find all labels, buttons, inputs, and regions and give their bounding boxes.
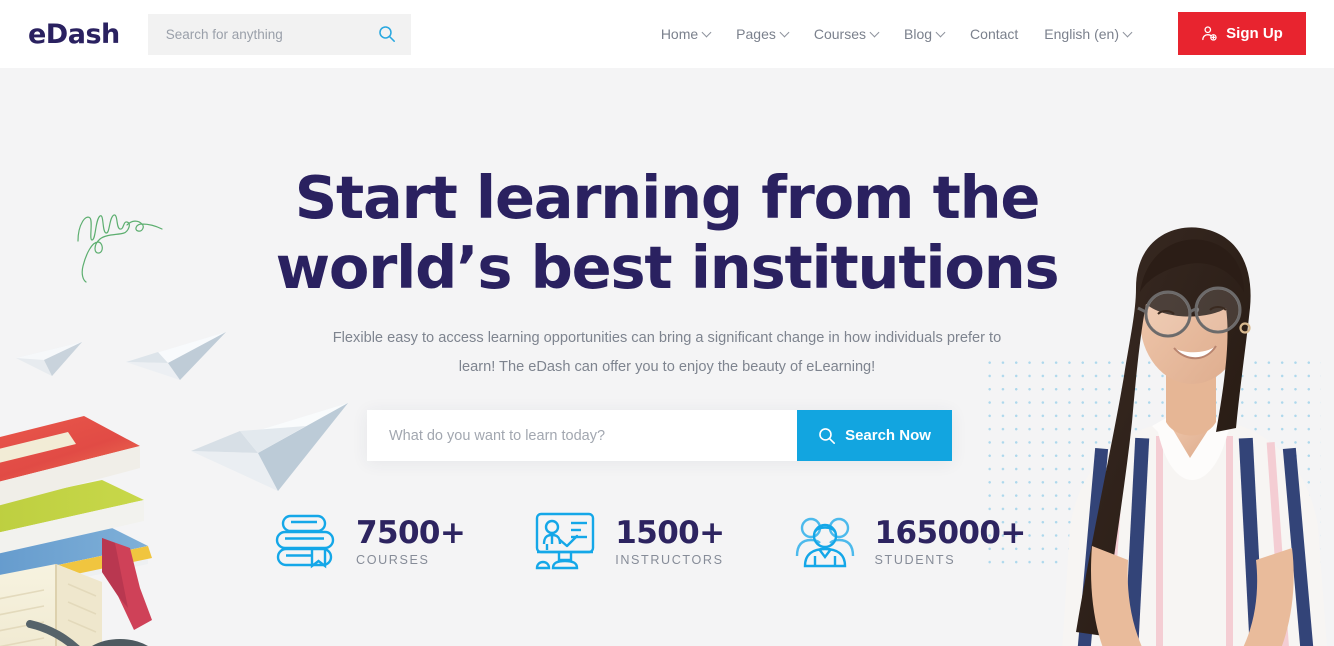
stat-courses: 7500+ COURSES	[272, 510, 466, 572]
nav-label: Blog	[904, 26, 933, 42]
search-now-label: Search Now	[845, 427, 931, 444]
sign-up-label: Sign Up	[1226, 25, 1283, 42]
nav-label: Courses	[813, 26, 867, 42]
nav-label: Home	[660, 26, 699, 42]
hero-subtitle: Flexible easy to access learning opportu…	[332, 330, 1002, 375]
nav-item-blog[interactable]: Blog	[891, 26, 957, 42]
nav-label: English (en)	[1044, 26, 1119, 42]
chevron-down-icon	[1122, 27, 1133, 37]
stat-students: 165000+ STUDENTS	[791, 510, 1026, 572]
page-title: Start learning from the world’s best ins…	[275, 163, 1060, 302]
monitor-presenter-icon	[536, 512, 595, 570]
stat-value: 7500+	[356, 514, 466, 551]
nav-item-courses[interactable]: Courses	[801, 26, 891, 42]
hero-stats: 7500+ COURSES 1500+ INSTRUCTORS 165000+ …	[272, 510, 1026, 572]
hero-content: Start learning from the world’s best ins…	[0, 68, 1334, 646]
nav-item-language[interactable]: English (en)	[1031, 26, 1144, 42]
nav-item-contact[interactable]: Contact	[957, 26, 1031, 42]
nav-label: Pages	[736, 26, 776, 42]
chevron-down-icon	[701, 27, 712, 37]
user-plus-icon	[1202, 26, 1217, 41]
stat-value: 165000+	[874, 514, 1027, 551]
hero-search-input[interactable]	[367, 410, 797, 461]
chevron-down-icon	[935, 27, 946, 37]
stat-instructors: 1500+ INSTRUCTORS	[531, 510, 725, 572]
stat-value: 1500+	[615, 514, 725, 551]
nav-label: Contact	[970, 26, 1019, 42]
stat-label: INSTRUCTORS	[615, 552, 724, 567]
header-search-input[interactable]	[147, 13, 411, 55]
hero-section: Start learning from the world’s best ins…	[0, 68, 1334, 646]
stat-label: COURSES	[356, 552, 430, 567]
nav-item-pages[interactable]: Pages	[723, 26, 801, 42]
chevron-down-icon	[779, 27, 790, 37]
people-group-icon	[795, 517, 854, 568]
stat-label: STUDENTS	[874, 552, 956, 567]
sign-up-button[interactable]: Sign Up	[1178, 12, 1306, 55]
nav-item-home[interactable]: Home	[648, 26, 723, 42]
site-header: eDash Home Pages Courses	[0, 0, 1334, 68]
main-nav: Home Pages Courses Blog Contact English …	[648, 0, 1144, 68]
hero-search[interactable]: Search Now	[367, 410, 952, 461]
search-now-button[interactable]: Search Now	[797, 410, 952, 461]
search-icon	[819, 427, 836, 444]
books-stack-icon	[275, 514, 335, 569]
logo[interactable]: eDash	[28, 19, 120, 50]
chevron-down-icon	[869, 27, 880, 37]
search-icon[interactable]	[378, 25, 396, 43]
page-root: eDash Home Pages Courses	[0, 0, 1334, 646]
header-search[interactable]	[147, 13, 411, 55]
